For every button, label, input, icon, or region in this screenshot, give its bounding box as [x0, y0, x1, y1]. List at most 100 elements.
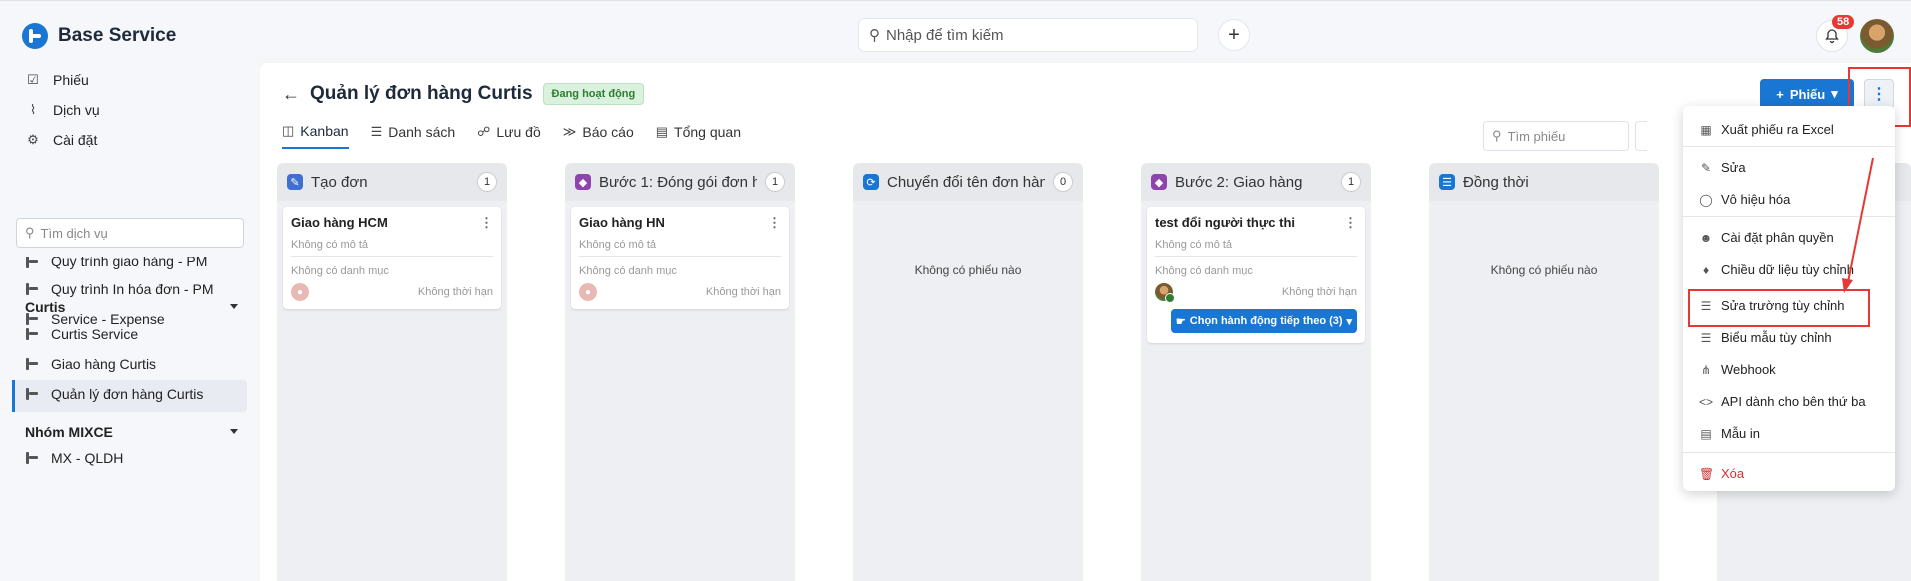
column-title: Tạo đơn [311, 173, 368, 191]
menu-divider [1683, 216, 1895, 217]
caret-down-icon: ▾ [1346, 315, 1353, 328]
service-search-input[interactable]: ⚲ Tìm dịch vụ [16, 218, 244, 248]
column-title: Bước 2: Giao hàng [1175, 173, 1303, 191]
group-title-curtis[interactable]: Curtis [25, 299, 65, 315]
overview-icon: ▤ [655, 124, 669, 139]
filter-button[interactable] [1635, 121, 1647, 151]
tab-label: Danh sách [388, 124, 456, 140]
card-title-row: Giao hàng HN ⋮ [579, 215, 781, 231]
tab-label: Tổng quan [674, 124, 741, 140]
gear-icon: ⚙ [27, 132, 39, 147]
kanban-icon: ◫ [282, 123, 295, 138]
kanban-column: ◆ Bước 1: Đóng gói đơn hàng 1 Giao hàng … [565, 163, 795, 581]
package-icon: ◆ [1151, 174, 1167, 190]
search-icon: ⚲ [869, 27, 880, 44]
menu-item-label: Mẫu in [1721, 426, 1761, 441]
chevron-down-icon[interactable] [230, 429, 238, 434]
sidebar-item-phieu[interactable]: ☑ Phiếu [25, 72, 89, 88]
card-category: Không có danh mục [1155, 265, 1253, 277]
kebab-menu-icon[interactable]: ⋮ [480, 215, 493, 231]
tab-tong-quan[interactable]: ▤ Tổng quan [656, 123, 741, 149]
kebab-menu-icon[interactable]: ⋮ [768, 215, 781, 231]
column-count: 0 [1053, 172, 1073, 192]
workflow-icon [25, 257, 39, 269]
edit-icon: ✎ [1700, 160, 1712, 175]
back-arrow-icon[interactable]: ← [282, 84, 300, 105]
tab-label: Lưu đồ [496, 124, 541, 140]
menu-item-custom-forms[interactable]: ☰ Biểu mẫu tùy chỉnh [1699, 330, 1832, 345]
sidebar-service-item[interactable]: Giao hàng Curtis [25, 356, 156, 372]
card-title-row: test đổi người thực thi ⋮ [1155, 215, 1357, 231]
menu-item-third-party-api[interactable]: <> API dành cho bên thứ ba [1699, 394, 1866, 409]
menu-item-custom-dimensions[interactable]: ♦ Chiều dữ liệu tùy chỉnh [1699, 262, 1854, 277]
sidebar-service-label: Giao hàng Curtis [51, 356, 157, 372]
notification-count-badge: 58 [1832, 15, 1855, 29]
print-template-icon: ▤ [1700, 426, 1712, 441]
ticket-search-input[interactable]: ⚲ Tìm phiếu [1483, 121, 1629, 151]
menu-divider [1683, 452, 1895, 453]
form-icon: ☰ [1700, 330, 1712, 345]
add-ticket-button[interactable]: + Phiếu ▾ [1760, 79, 1854, 109]
next-action-button[interactable]: ☛ Chọn hành động tiếp theo (3) ▾ [1171, 309, 1357, 333]
sidebar-service-item[interactable]: Curtis Service [25, 326, 138, 342]
page-header: ← Quản lý đơn hàng Curtis Đang hoạt động [282, 83, 645, 105]
sidebar-service-item[interactable]: Quy trình In hóa đơn - PM [25, 281, 213, 297]
tab-kanban[interactable]: ◫ Kanban [282, 123, 349, 149]
app-logo[interactable]: Base Service [22, 23, 176, 49]
column-count: 1 [1341, 172, 1361, 192]
sidebar-service-label: Curtis Service [51, 326, 139, 342]
menu-item-export-excel[interactable]: ▦ Xuất phiếu ra Excel [1699, 122, 1833, 137]
sidebar-service-item-active[interactable]: Quản lý đơn hàng Curtis [25, 386, 203, 402]
group-title-mixce[interactable]: Nhóm MIXCE [25, 424, 113, 440]
sidebar-service-item[interactable]: MX - QLDH [25, 450, 123, 466]
tab-danh-sach[interactable]: ☰ Danh sách [371, 123, 456, 149]
card-footer: ● Không thời hạn [579, 283, 781, 301]
ticket-card[interactable]: test đổi người thực thi ⋮ Không có mô tả… [1147, 207, 1365, 343]
tag-icon: ♦ [1702, 262, 1710, 277]
menu-item-print-template[interactable]: ▤ Mẫu in [1699, 426, 1760, 441]
chevron-down-icon[interactable] [230, 304, 238, 309]
assignee-avatar[interactable]: ● [579, 283, 597, 301]
column-count: 1 [765, 172, 785, 192]
global-search-placeholder: Nhập để tìm kiếm [886, 26, 1004, 44]
column-header: ⟳ Chuyển đổi tên đơn hàng 0 [853, 163, 1083, 201]
user-avatar[interactable] [1860, 19, 1894, 53]
page-title: Quản lý đơn hàng Curtis [310, 83, 533, 104]
checkbox-icon: ☑ [27, 72, 39, 87]
menu-item-disable[interactable]: ◯ Vô hiệu hóa [1699, 192, 1790, 207]
next-action-label: Chọn hành động tiếp theo (3) [1189, 315, 1343, 327]
empty-column-text: Không có phiếu nào [914, 263, 1022, 277]
card-title: Giao hàng HCM [291, 215, 388, 230]
sidebar-item-label: Dịch vụ [53, 102, 100, 118]
column-header: ✎ Tạo đơn 1 [277, 163, 507, 201]
assignee-avatar[interactable]: ● [291, 283, 309, 301]
global-search-input[interactable]: ⚲ Nhập để tìm kiếm [858, 18, 1198, 52]
tab-label: Báo cáo [582, 124, 634, 140]
plus-icon: + [1776, 86, 1784, 102]
menu-item-edit[interactable]: ✎ Sửa [1699, 160, 1746, 175]
sidebar-item-cai-dat[interactable]: ⚙ Cài đặt [25, 132, 97, 148]
highlight-box-menu-item [1688, 289, 1870, 327]
column-title: Bước 1: Đóng gói đơn hàng [599, 173, 757, 191]
menu-item-permissions[interactable]: ☻ Cài đặt phân quyền [1699, 230, 1834, 245]
ticket-card[interactable]: Giao hàng HN ⋮ Không có mô tả Không có d… [571, 207, 789, 309]
list-icon: ☰ [370, 124, 383, 139]
kebab-menu-icon[interactable]: ⋮ [1344, 215, 1357, 231]
menu-item-label: Webhook [1721, 362, 1776, 377]
card-description: Không có mô tả [579, 239, 781, 257]
menu-item-delete[interactable]: 🗑 Xóa [1699, 466, 1744, 481]
excel-icon: ▦ [1700, 122, 1712, 137]
hand-pointer-icon: ☛ [1175, 315, 1186, 328]
tab-bao-cao[interactable]: ≫ Báo cáo [563, 123, 634, 149]
card-title: test đổi người thực thi [1155, 215, 1296, 230]
add-ticket-label: Phiếu [1789, 86, 1826, 102]
menu-item-webhook[interactable]: ⋔ Webhook [1699, 362, 1776, 377]
package-icon: ◆ [575, 174, 591, 190]
assignee-avatar[interactable] [1155, 283, 1175, 303]
tab-luu-do[interactable]: ☍ Lưu đồ [477, 123, 541, 149]
card-due: Không thời hạn [417, 286, 493, 298]
add-button[interactable]: + [1218, 19, 1250, 51]
sidebar-service-item[interactable]: Quy trình giao hàng - PM [25, 257, 207, 269]
ticket-card[interactable]: Giao hàng HCM ⋮ Không có mô tả Không có … [283, 207, 501, 309]
sidebar-item-dich-vu[interactable]: ⌇ Dịch vụ [25, 102, 100, 118]
